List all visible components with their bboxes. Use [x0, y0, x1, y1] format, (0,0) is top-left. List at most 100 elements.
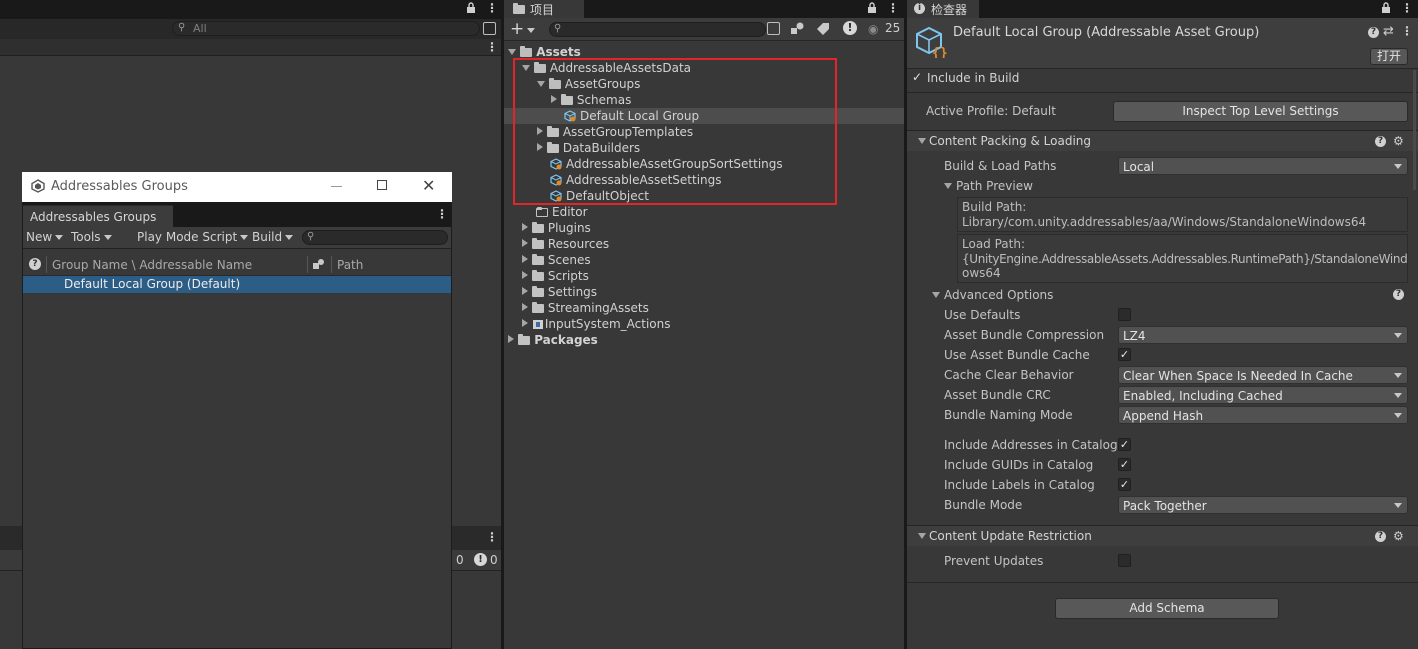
tree-item-scenes[interactable]: Scenes: [522, 252, 591, 268]
section-title: Content Packing & Loading: [929, 134, 1092, 148]
project-search-input[interactable]: ⚲: [549, 22, 766, 37]
lock-icon[interactable]: [867, 2, 877, 14]
warning-filter-icon[interactable]: !: [843, 21, 857, 35]
path-preview-label[interactable]: Path Preview: [956, 178, 1033, 194]
inspector-tab[interactable]: i 检查器: [907, 0, 979, 18]
addressables-tab[interactable]: Addressables Groups: [23, 205, 173, 228]
tree-item-packages[interactable]: Packages: [508, 332, 598, 348]
tree-item-input-actions[interactable]: InputSystem_Actions: [522, 316, 670, 332]
error-count[interactable]: 0: [490, 553, 498, 567]
kebab-menu-icon[interactable]: ⋮: [1401, 24, 1413, 38]
prevent-updates-checkbox[interactable]: [1118, 554, 1131, 567]
chevron-down-icon: [103, 235, 112, 240]
scrollbar[interactable]: [1413, 70, 1416, 190]
group-name-column[interactable]: Group Name \ Addressable Name: [52, 258, 252, 272]
tree-item-label: Settings: [547, 285, 598, 299]
left-sub-bar: [0, 39, 501, 56]
prevent-updates-label: Prevent Updates: [944, 554, 1044, 568]
group-row-label: Default Local Group (Default): [64, 277, 241, 291]
load-path-label: Load Path:: [962, 237, 1026, 251]
tree-item-streaming-assets[interactable]: StreamingAssets: [522, 300, 649, 316]
tools-menu[interactable]: Tools: [71, 230, 112, 244]
bundle-mode-dropdown[interactable]: Pack Together: [1118, 496, 1408, 514]
left-search-field[interactable]: ⚲ All: [172, 21, 480, 36]
build-menu[interactable]: Build: [252, 230, 294, 244]
help-icon[interactable]: ?: [1368, 27, 1379, 38]
inspect-top-level-button[interactable]: Inspect Top Level Settings: [1113, 101, 1408, 122]
kebab-menu-icon[interactable]: ⋮: [486, 530, 498, 544]
cache-clear-label: Cache Clear Behavior: [944, 368, 1074, 382]
naming-mode-dropdown[interactable]: Append Hash: [1118, 406, 1408, 424]
chevron-down-icon: [285, 235, 294, 240]
tree-item-resources[interactable]: Resources: [522, 236, 609, 252]
advanced-options-label[interactable]: Advanced Options: [944, 287, 1053, 303]
help-icon[interactable]: ?: [29, 258, 41, 270]
gear-icon[interactable]: ⚙: [1393, 131, 1404, 151]
addressables-search-input[interactable]: ⚲: [302, 230, 448, 245]
help-icon[interactable]: ?: [1375, 136, 1386, 147]
inspector-tab-label: 检查器: [931, 3, 968, 17]
help-icon[interactable]: ?: [1393, 289, 1404, 300]
tree-item-plugins[interactable]: Plugins: [522, 220, 591, 236]
label-icon[interactable]: [817, 23, 830, 35]
warning-count[interactable]: 0: [456, 553, 464, 567]
open-button[interactable]: 打开: [1370, 48, 1408, 65]
include-labels-label: Include Labels in Catalog: [944, 478, 1095, 492]
search-by-type-icon[interactable]: [767, 22, 780, 35]
kebab-menu-icon[interactable]: ⋮: [1401, 1, 1413, 15]
project-tab[interactable]: 项目: [504, 0, 584, 18]
maximize-icon[interactable]: [377, 180, 387, 190]
chevron-down-icon[interactable]: [944, 183, 952, 189]
include-guids-label: Include GUIDs in Catalog: [944, 458, 1094, 472]
load-path-value-wrap: ows64: [962, 266, 1001, 280]
tree-item-label: Scenes: [547, 253, 591, 267]
scene-view-icon[interactable]: [483, 22, 496, 35]
include-guids-checkbox[interactable]: ✓: [1118, 458, 1131, 471]
filter-type-icon[interactable]: [791, 22, 804, 35]
build-load-paths-dropdown[interactable]: Local: [1118, 157, 1408, 175]
tree-item-editor[interactable]: Editor: [536, 204, 588, 220]
project-tab-label: 项目: [530, 3, 555, 17]
play-mode-menu[interactable]: Play Mode Script: [137, 230, 249, 244]
tree-item-scripts[interactable]: Scripts: [522, 268, 589, 284]
active-profile-label: Active Profile: Default: [926, 104, 1056, 118]
build-path-box: Build Path: Library/com.unity.addressabl…: [957, 197, 1408, 232]
addressables-titlebar[interactable]: Addressables Groups ✕: [22, 172, 452, 202]
close-icon[interactable]: ✕: [422, 176, 435, 195]
presets-icon[interactable]: ⇄: [1383, 24, 1394, 39]
include-addresses-checkbox[interactable]: ✓: [1118, 438, 1131, 451]
add-schema-button[interactable]: Add Schema: [1055, 598, 1279, 619]
kebab-menu-icon[interactable]: ⋮: [486, 40, 498, 54]
include-labels-checkbox[interactable]: ✓: [1118, 478, 1131, 491]
chevron-down-icon[interactable]: [932, 292, 940, 298]
new-menu[interactable]: New: [26, 230, 64, 244]
help-icon[interactable]: ?: [1375, 531, 1386, 542]
visibility-icon[interactable]: ◉: [868, 22, 878, 36]
build-menu-label: Build: [252, 230, 283, 244]
lock-icon[interactable]: [466, 2, 476, 14]
crc-dropdown[interactable]: Enabled, Including Cached: [1118, 386, 1408, 404]
include-in-build-check[interactable]: ✓: [912, 70, 922, 84]
lock-icon[interactable]: [1381, 2, 1391, 14]
kebab-menu-icon[interactable]: ⋮: [486, 1, 498, 15]
path-column[interactable]: Path: [337, 258, 363, 272]
use-cache-checkbox[interactable]: ✓: [1118, 348, 1131, 361]
minimize-icon[interactable]: [331, 186, 342, 187]
table-row[interactable]: Default Local Group (Default): [23, 276, 451, 293]
tree-item-settings[interactable]: Settings: [522, 284, 597, 300]
console-bar: [0, 526, 22, 550]
kebab-menu-icon[interactable]: ⋮: [436, 207, 448, 221]
content-update-header[interactable]: Content Update Restriction ? ⚙: [907, 525, 1418, 546]
content-packing-header[interactable]: Content Packing & Loading ? ⚙: [907, 130, 1418, 151]
build-load-paths-label: Build & Load Paths: [944, 159, 1057, 173]
kebab-menu-icon[interactable]: ⋮: [887, 1, 899, 15]
play-mode-menu-label: Play Mode Script: [137, 230, 238, 244]
inspector-separator: [907, 92, 1418, 93]
create-menu[interactable]: +: [510, 19, 536, 39]
chevron-right-icon: [522, 319, 528, 327]
compression-dropdown[interactable]: LZ4: [1118, 326, 1408, 344]
use-defaults-checkbox[interactable]: [1118, 308, 1131, 321]
build-path-value: Library/com.unity.addressables/aa/Window…: [962, 215, 1367, 229]
cache-clear-dropdown[interactable]: Clear When Space Is Needed In Cache: [1118, 366, 1408, 384]
gear-icon[interactable]: ⚙: [1393, 526, 1404, 546]
